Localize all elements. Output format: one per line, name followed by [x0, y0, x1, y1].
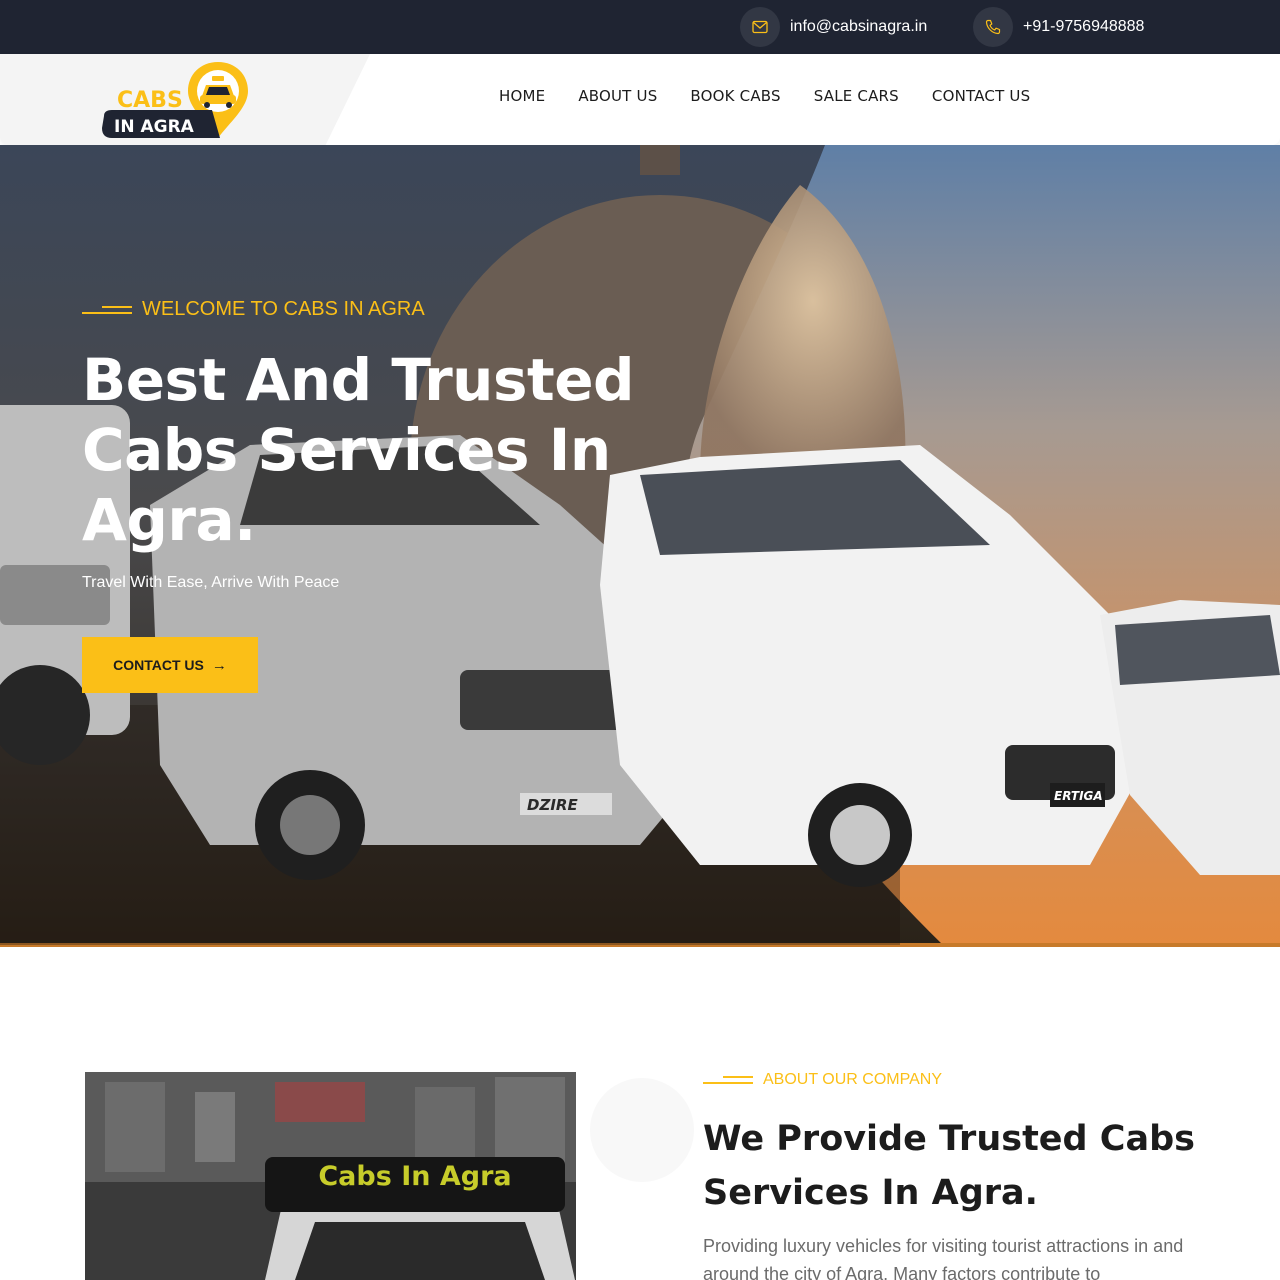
phone-icon — [973, 7, 1013, 47]
contact-us-button-label: CONTACT US — [113, 657, 204, 673]
main-header: CABS IN AGRA HOME ABOUT US BOOK CABS SAL… — [0, 54, 1280, 145]
phone-contact[interactable]: +91-9756948888 — [973, 7, 1144, 47]
dzire-plate: DZIRE — [527, 796, 578, 814]
email-contact[interactable]: info@cabsinagra.in — [740, 7, 927, 47]
nav-home[interactable]: HOME — [499, 87, 545, 105]
nav-contact-us[interactable]: CONTACT US — [932, 87, 1030, 105]
logo-text-agra: IN AGRA — [114, 117, 195, 137]
about-title: We Provide Trusted Cabs Services In Agra… — [703, 1119, 1195, 1213]
nav-sale-cars[interactable]: SALE CARS — [814, 87, 899, 105]
nav-book-cabs[interactable]: BOOK CABS — [690, 87, 780, 105]
video-play-icon[interactable] — [590, 1078, 694, 1182]
main-nav: HOME ABOUT US BOOK CABS SALE CARS CONTAC… — [499, 87, 1063, 105]
logo-text-cabs: CABS — [117, 88, 183, 113]
top-bar: info@cabsinagra.in +91-9756948888 — [0, 0, 1280, 54]
accent-lines — [82, 305, 132, 315]
hero-title: Best And Trusted Cabs Services In Agra. — [82, 346, 635, 554]
email-link[interactable]: info@cabsinagra.in — [790, 18, 927, 36]
envelope-icon — [740, 7, 780, 47]
about-subtitle: ABOUT OUR COMPANY — [703, 1071, 942, 1089]
phone-link[interactable]: +91-9756948888 — [1023, 18, 1144, 36]
hero-tagline: Travel With Ease, Arrive With Peace — [82, 574, 340, 591]
ertiga-plate: ERTIGA — [1054, 789, 1103, 803]
arrow-right-icon: → — [211, 656, 227, 674]
about-image: Cabs In Agra — [85, 1072, 576, 1280]
about-subtitle-text: ABOUT OUR COMPANY — [763, 1071, 942, 1088]
accent-lines — [703, 1075, 753, 1085]
site-logo[interactable]: CABS IN AGRA — [100, 58, 250, 142]
hero-banner: DZIRE ERTIGA WELCOME TO CABS IN AGRA Bes… — [0, 145, 1280, 947]
contact-us-button[interactable]: CONTACT US → — [82, 637, 258, 693]
about-text: Providing luxury vehicles for visiting t… — [703, 1236, 1184, 1280]
nav-about-us[interactable]: ABOUT US — [578, 87, 657, 105]
taxi-sign-text: Cabs In Agra — [318, 1161, 511, 1192]
hero-subtitle: WELCOME TO CABS IN AGRA — [82, 298, 425, 321]
hero-subtitle-text: WELCOME TO CABS IN AGRA — [142, 298, 425, 320]
